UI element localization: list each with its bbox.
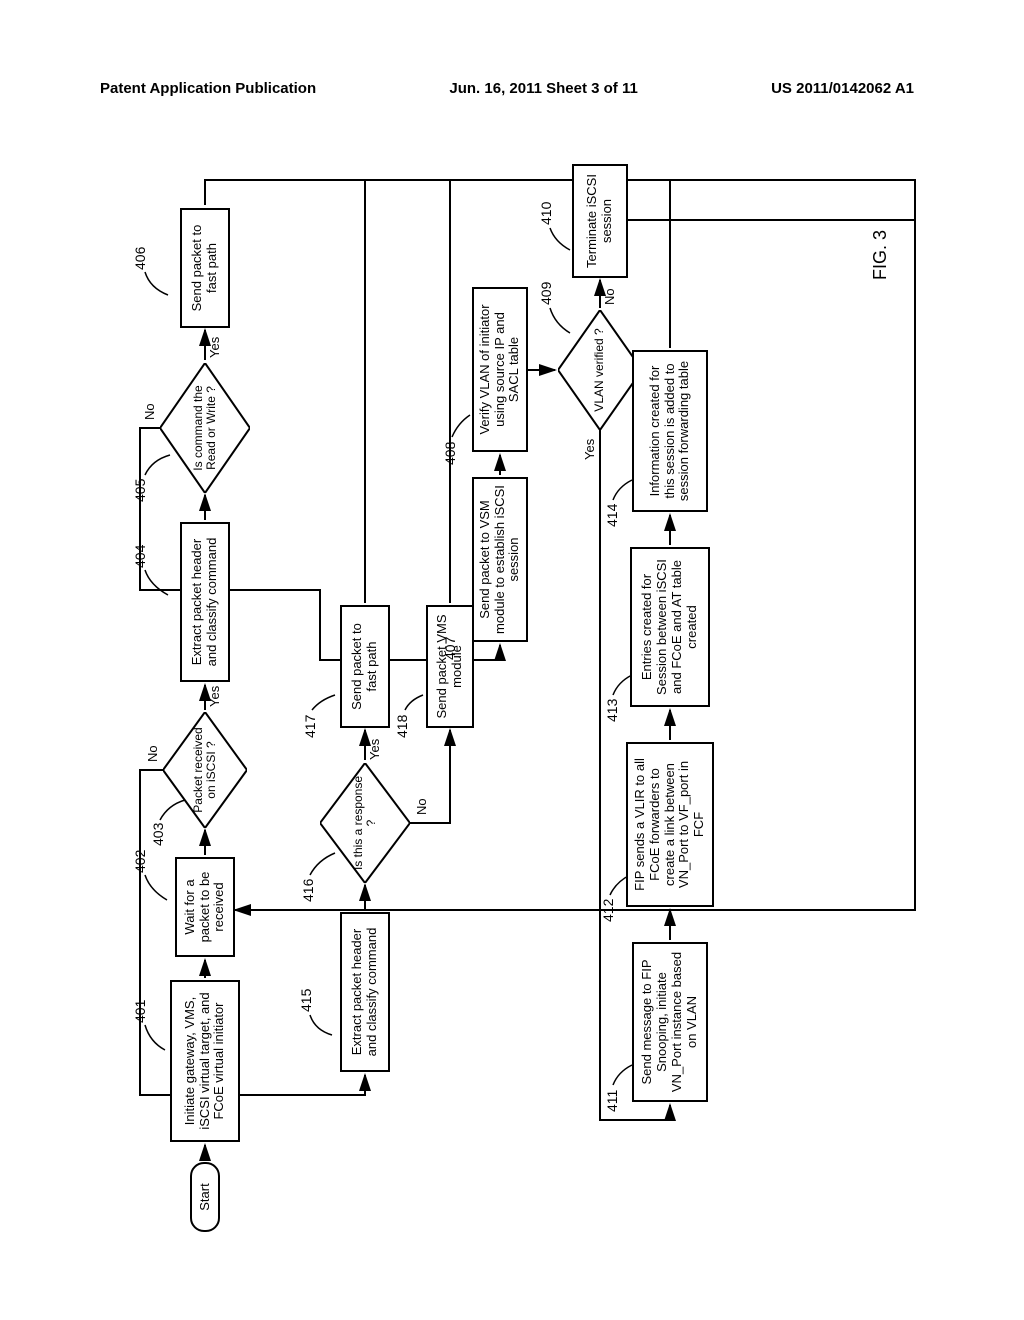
yes-405: Yes xyxy=(207,337,222,358)
no-403: No xyxy=(145,745,160,762)
num-401: 401 xyxy=(132,1000,148,1023)
box-401: Initiate gateway, VMS, iSCSI virtual tar… xyxy=(170,980,240,1142)
num-403: 403 xyxy=(150,823,166,846)
num-407: 407 xyxy=(442,637,458,660)
num-413: 413 xyxy=(604,699,620,722)
num-408: 408 xyxy=(442,442,458,465)
num-411: 411 xyxy=(604,1090,620,1112)
box-410: Terminate iSCSI session xyxy=(572,164,628,278)
box-404: Extract packet header and classify comma… xyxy=(180,522,230,682)
num-409: 409 xyxy=(538,282,554,305)
box-407: Send packet to VSM module to establish i… xyxy=(472,477,528,642)
box-411: Send message to FIP Snooping, initiate V… xyxy=(632,942,708,1102)
box-413: Entries created for Session between iSCS… xyxy=(630,547,710,707)
num-402: 402 xyxy=(132,850,148,873)
header-center: Jun. 16, 2011 Sheet 3 of 11 xyxy=(449,80,637,97)
box-418: Send packet VMS module xyxy=(426,605,474,728)
num-406: 406 xyxy=(132,247,148,270)
num-404: 404 xyxy=(132,545,148,568)
num-412: 412 xyxy=(600,899,616,922)
header-right: US 2011/0142062 A1 xyxy=(771,80,914,97)
no-409: No xyxy=(602,288,617,305)
box-412: FIP sends a VLIR to all FCoE forwarders … xyxy=(626,742,714,907)
num-410: 410 xyxy=(538,202,554,225)
box-408: Verify VLAN of initiator using source IP… xyxy=(472,287,528,452)
num-405: 405 xyxy=(132,479,148,502)
start-terminal: Start xyxy=(190,1162,220,1232)
diamond-405: Is command the Read or Write ? xyxy=(160,363,250,493)
diamond-403: Packet received on iSCSI ? xyxy=(163,712,247,828)
num-417: 417 xyxy=(302,715,318,738)
num-414: 414 xyxy=(604,504,620,527)
box-402: Wait for a packet to be received xyxy=(175,857,235,957)
diamond-416: Is this a response ? xyxy=(320,763,410,883)
box-406: Send packet to fast path xyxy=(180,208,230,328)
no-416: No xyxy=(414,798,429,815)
box-417: Send packet to fast path xyxy=(340,605,390,728)
figure-label: FIG. 3 xyxy=(870,230,891,280)
box-414: Information created for this session is … xyxy=(632,350,708,512)
box-415: Extract packet header and classify comma… xyxy=(340,912,390,1072)
no-405: No xyxy=(142,403,157,420)
yes-403: Yes xyxy=(207,686,222,707)
yes-416: Yes xyxy=(367,739,382,760)
num-415: 415 xyxy=(298,989,314,1012)
num-418: 418 xyxy=(394,715,410,738)
flowchart: Start Initiate gateway, VMS, iSCSI virtu… xyxy=(110,160,920,1200)
num-416: 416 xyxy=(300,879,316,902)
diamond-409: VLAN verified ? xyxy=(558,310,642,430)
header-left: Patent Application Publication xyxy=(100,80,316,97)
yes-409: Yes xyxy=(582,439,597,460)
